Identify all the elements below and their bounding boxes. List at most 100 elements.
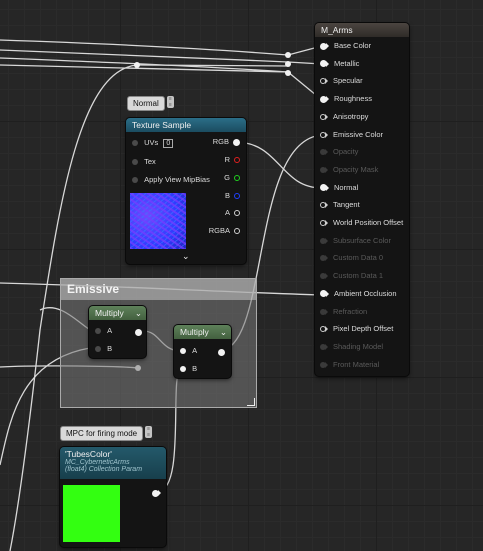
pin-arrow-icon bbox=[325, 149, 328, 156]
collection-param-output-pin[interactable] bbox=[152, 488, 161, 497]
material-input-tangent[interactable]: Tangent bbox=[320, 198, 360, 212]
texture-comment-text: Normal bbox=[133, 99, 159, 108]
rgba-output-pin[interactable]: RGBA bbox=[209, 226, 240, 235]
material-input-label: Base Color bbox=[334, 41, 372, 51]
material-input-emissive-color[interactable]: Emissive Color bbox=[320, 128, 383, 142]
material-input-subsurface-color[interactable]: Subsurface Color bbox=[320, 234, 391, 248]
r-label: R bbox=[224, 155, 230, 164]
collection-param-node[interactable]: 'TubesColor' MC_CyberneticArms (float4) … bbox=[60, 447, 166, 547]
material-header[interactable]: M_Arms bbox=[315, 23, 409, 37]
pin-arrow-icon bbox=[326, 43, 329, 50]
tex-dot-icon bbox=[132, 159, 138, 166]
multiply-2-a-pin[interactable]: A bbox=[180, 346, 197, 355]
pin-arrow-icon bbox=[326, 60, 329, 67]
material-input-label: Specular bbox=[333, 76, 363, 86]
expand-chevron-icon[interactable]: ⌄ bbox=[182, 251, 190, 262]
pin-arrow-icon bbox=[325, 202, 328, 209]
material-input-anisotropy[interactable]: Anisotropy bbox=[320, 110, 368, 124]
pin-arrow-icon bbox=[325, 220, 328, 227]
uvs-pin[interactable]: UVs 0 bbox=[132, 138, 174, 148]
multiply-2-b-label: B bbox=[192, 364, 198, 373]
texture-comment-bubble[interactable]: Normal ≡ ≡ bbox=[127, 96, 174, 111]
pin-arrow-icon bbox=[325, 361, 328, 368]
material-input-label: Refraction bbox=[333, 306, 368, 316]
material-input-opacity[interactable]: Opacity bbox=[320, 145, 358, 159]
multiply-1-output-pin[interactable] bbox=[135, 327, 142, 336]
r-output-pin[interactable]: R bbox=[225, 155, 240, 164]
chevron-down-icon[interactable]: ⌄ bbox=[135, 306, 142, 320]
material-input-label: Shading Model bbox=[333, 341, 384, 351]
material-input-label: Subsurface Color bbox=[333, 235, 391, 245]
multiply-node-2[interactable]: Multiply ⌄ A B bbox=[174, 325, 231, 378]
b-label: B bbox=[224, 191, 230, 200]
pin-arrow-icon bbox=[325, 273, 328, 280]
material-input-opacity-mask[interactable]: Opacity Mask bbox=[320, 163, 378, 177]
mpc-comment-bubble[interactable]: MPC for firing mode ≡ ≡ bbox=[60, 426, 153, 441]
multiply-1-header[interactable]: Multiply ⌄ bbox=[89, 306, 146, 320]
material-input-ambient-occlusion[interactable]: Ambient Occlusion bbox=[320, 287, 397, 301]
material-input-label: Opacity bbox=[333, 147, 359, 157]
multiply-2-output-pin[interactable] bbox=[218, 347, 225, 356]
multiply-2-output-dot-icon bbox=[218, 348, 225, 356]
multiply-2-header[interactable]: Multiply ⌄ bbox=[174, 325, 231, 339]
texture-sample-node[interactable]: Texture Sample UVs 0 Tex Apply View MipB… bbox=[126, 118, 246, 264]
a-label: A bbox=[224, 208, 230, 217]
pin-comment-icon[interactable]: ≡ ≡ bbox=[145, 426, 153, 438]
multiply-1-output-dot-icon bbox=[135, 328, 142, 336]
material-input-shading-model[interactable]: Shading Model bbox=[320, 340, 383, 354]
collection-param-header[interactable]: 'TubesColor' MC_CyberneticArms (float4) … bbox=[60, 447, 166, 479]
material-input-roughness[interactable]: Roughness bbox=[320, 92, 372, 106]
material-input-label: Ambient Occlusion bbox=[334, 288, 397, 298]
material-input-pixel-depth-offset[interactable]: Pixel Depth Offset bbox=[320, 322, 393, 336]
emissive-comment-header[interactable]: Emissive bbox=[61, 279, 256, 300]
pin-arrow-icon bbox=[325, 113, 328, 120]
b-output-pin[interactable]: B bbox=[225, 191, 240, 200]
uv-index-field[interactable]: 0 bbox=[163, 139, 174, 148]
multiply-1-b-pin[interactable]: B bbox=[95, 344, 112, 353]
material-input-specular[interactable]: Specular bbox=[320, 74, 363, 88]
pin-comment-icon[interactable]: ≡ ≡ bbox=[166, 96, 174, 108]
pin-arrow-icon bbox=[325, 326, 328, 333]
pin-arrow-icon bbox=[326, 184, 329, 191]
a-output-pin[interactable]: A bbox=[225, 208, 240, 217]
material-input-world-position-offset[interactable]: World Position Offset bbox=[320, 216, 403, 230]
g-label: G bbox=[224, 173, 230, 182]
uvs-dot-icon bbox=[132, 140, 138, 147]
material-input-base-color[interactable]: Base Color bbox=[320, 39, 371, 53]
mipbias-pin[interactable]: Apply View MipBias bbox=[132, 175, 210, 184]
pin-arrow-icon bbox=[325, 308, 328, 315]
material-input-metallic[interactable]: Metallic bbox=[320, 57, 359, 71]
material-input-label: Pixel Depth Offset bbox=[333, 324, 394, 334]
b-dot-icon bbox=[234, 193, 240, 200]
material-input-label: World Position Offset bbox=[333, 218, 404, 228]
texture-sample-header[interactable]: Texture Sample bbox=[126, 118, 246, 132]
pin-arrow-icon bbox=[325, 166, 328, 173]
multiply-2-title: Multiply bbox=[180, 327, 209, 337]
texture-sample-title: Texture Sample bbox=[132, 120, 192, 130]
tex-pin[interactable]: Tex bbox=[132, 157, 156, 166]
material-input-normal[interactable]: Normal bbox=[320, 181, 358, 195]
rgb-dot-icon bbox=[233, 138, 240, 146]
multiply-1-title: Multiply bbox=[95, 308, 124, 318]
r-dot-icon bbox=[234, 157, 240, 164]
material-input-refraction[interactable]: Refraction bbox=[320, 305, 367, 319]
g-output-pin[interactable]: G bbox=[224, 173, 240, 182]
multiply-1-a-pin[interactable]: A bbox=[95, 326, 112, 335]
rgb-output-pin[interactable]: RGB bbox=[213, 137, 240, 146]
material-input-label: Roughness bbox=[334, 94, 372, 104]
pin-arrow-icon bbox=[326, 290, 329, 297]
material-input-label: Normal bbox=[334, 182, 359, 192]
chevron-down-icon[interactable]: ⌄ bbox=[220, 325, 227, 339]
multiply-node-1[interactable]: Multiply ⌄ A B bbox=[89, 306, 146, 358]
material-result-node[interactable]: M_Arms Base Color Metallic Specular Roughne… bbox=[315, 23, 409, 376]
collection-name: MC_CyberneticArms bbox=[65, 459, 130, 466]
material-input-custom-data-1[interactable]: Custom Data 1 bbox=[320, 269, 383, 283]
a-dot-icon bbox=[234, 210, 240, 217]
resize-grip-icon[interactable] bbox=[247, 398, 255, 406]
g-dot-icon bbox=[234, 175, 240, 182]
material-input-custom-data-0[interactable]: Custom Data 0 bbox=[320, 251, 383, 265]
multiply-2-b-pin[interactable]: B bbox=[180, 364, 197, 373]
material-input-label: Custom Data 1 bbox=[333, 271, 384, 281]
material-input-front-material[interactable]: Front Material bbox=[320, 358, 379, 372]
material-input-label: Front Material bbox=[333, 359, 380, 369]
